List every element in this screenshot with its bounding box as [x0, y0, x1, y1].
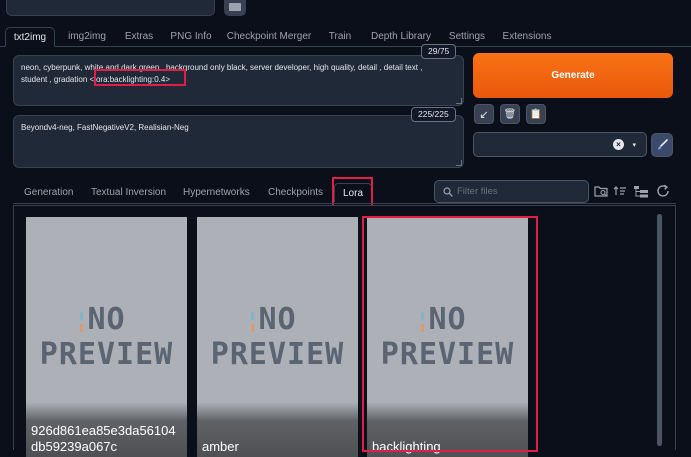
card-label: 926d861ea85e3da56104db59239a067c	[26, 402, 187, 457]
tab-textual-inversion[interactable]: Textual Inversion	[91, 183, 166, 202]
top-input[interactable]	[6, 0, 215, 16]
tab-generation[interactable]: Generation	[24, 183, 73, 202]
tab-extensions[interactable]: Extensions	[498, 27, 556, 47]
lora-card[interactable]: NO PREVIEW amber	[197, 217, 358, 457]
arrow-icon: ↙	[479, 108, 489, 121]
clear-icon[interactable]: ×	[613, 139, 624, 150]
no-preview-image: NO	[87, 302, 126, 337]
filter-files-input[interactable]	[453, 186, 577, 197]
negative-prompt-textarea[interactable]: Beyondv4-neg, FastNegativeV2, Realisian-…	[13, 115, 464, 168]
cards-scrollbar-thumb[interactable]	[657, 214, 662, 446]
no-preview-image: PREVIEW	[39, 337, 174, 372]
positive-prompt-textarea[interactable]: neon, cyberpunk, white and dark green , …	[13, 55, 464, 106]
main-tabs: txt2img img2img Extras PNG Info Checkpoi…	[0, 27, 691, 47]
lora-tag-highlight	[94, 69, 186, 86]
negative-token-count: 225/225	[411, 107, 456, 122]
sort-icon[interactable]	[612, 183, 628, 199]
tab-png-info[interactable]: PNG Info	[166, 27, 216, 47]
folder-search-icon[interactable]	[593, 183, 609, 199]
card-label: amber	[197, 402, 358, 457]
filter-files-input-wrapper[interactable]	[434, 180, 589, 203]
search-icon	[443, 186, 453, 197]
tabs-divider	[13, 203, 676, 204]
refresh-icon[interactable]	[655, 183, 671, 199]
tree-view-icon[interactable]	[633, 183, 649, 199]
tab-extras[interactable]: Extras	[118, 27, 160, 47]
tab-checkpoint-merger[interactable]: Checkpoint Merger	[224, 27, 314, 47]
tab-train[interactable]: Train	[322, 27, 358, 47]
button-icon	[229, 3, 241, 11]
card-highlight	[362, 216, 538, 452]
tab-txt2img[interactable]: txt2img	[5, 27, 55, 47]
prompt-text-line1: neon, cyberpunk, white and dark green , …	[21, 63, 423, 72]
resize-grip-icon[interactable]	[456, 98, 462, 104]
clear-prompt-button[interactable]: 🗑	[500, 104, 520, 124]
negative-prompt-text: Beyondv4-neg, FastNegativeV2, Realisian-…	[21, 123, 189, 132]
prompt-text-line2-start: student , gradation	[21, 75, 90, 84]
resize-grip-icon[interactable]	[456, 160, 462, 166]
tab-hypernetworks[interactable]: Hypernetworks	[183, 183, 250, 202]
no-preview-image: NO	[258, 302, 297, 337]
clipboard-icon: 📋	[529, 108, 543, 120]
card-name: amber	[202, 439, 239, 454]
read-params-button[interactable]: ↙	[474, 104, 494, 124]
paste-style-button[interactable]: 📋	[526, 104, 546, 124]
styles-dropdown[interactable]: × ▾	[473, 132, 647, 157]
top-button[interactable]	[224, 0, 246, 16]
lora-card[interactable]: NO PREVIEW 926d861ea85e3da56104db59239a0…	[26, 217, 187, 457]
trash-icon: 🗑	[503, 108, 517, 120]
prompt-text-line2: student , gradation <lora:backlighting:0…	[21, 74, 456, 86]
apply-style-button[interactable]	[651, 133, 673, 157]
tab-checkpoints[interactable]: Checkpoints	[268, 183, 323, 202]
positive-token-count: 29/75	[421, 44, 457, 59]
generate-button[interactable]: Generate	[473, 53, 673, 98]
paintbrush-icon	[658, 139, 668, 150]
no-preview-image: PREVIEW	[210, 337, 345, 372]
chevron-down-icon: ▾	[632, 142, 636, 149]
card-name: 926d861ea85e3da56104db59239a067c	[31, 423, 176, 454]
tab-img2img[interactable]: img2img	[62, 27, 112, 47]
